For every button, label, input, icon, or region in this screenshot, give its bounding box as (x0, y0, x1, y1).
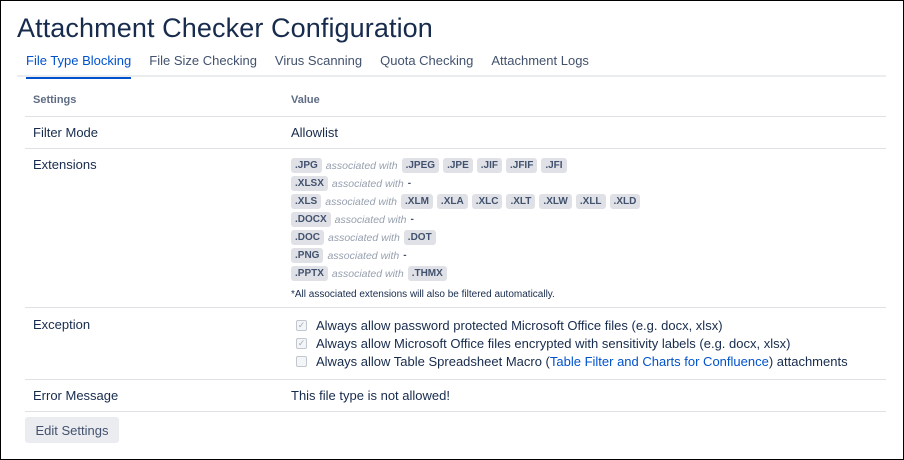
tab-file-type-blocking[interactable]: File Type Blocking (17, 51, 140, 79)
table-row: Exception ✓ Always allow password protect… (25, 307, 886, 380)
extension-row: .JPG associated with .JPEG .JPE .JIF .JFIF .JF… (291, 157, 878, 175)
table-row: Error Message This file type is not allo… (25, 379, 886, 412)
extension-row: .XLSX associated with - (291, 175, 878, 193)
option-label: Always allow password protected Microsof… (316, 318, 723, 333)
tab-bar: File Type Blocking File Size Checking Vi… (17, 51, 886, 79)
extension-list: .JPG associated with .JPEG .JPE .JIF .JFIF .JF… (291, 157, 878, 283)
associated-with-text: associated with (325, 195, 398, 208)
associated-with-text: associated with (328, 231, 400, 244)
associated-extension-tag: .XLC (471, 194, 503, 209)
error-message-value: This file type is not allowed! (283, 379, 886, 412)
extension-tag: .PNG (291, 248, 324, 263)
exception-option-sensitivity: ✓ Always allow Microsoft Office files enc… (291, 335, 878, 353)
exception-option-table-spreadsheet: Always allow Table Spreadsheet Macro (Ta… (291, 353, 878, 371)
tab-quota-checking[interactable]: Quota Checking (371, 51, 482, 77)
associated-extension-tag: .DOT (403, 230, 436, 245)
option-label-pre: Always allow Table Spreadsheet Macro ( (316, 354, 550, 369)
extensions-label: Extensions (25, 148, 283, 308)
extension-tag: .XLS (291, 194, 322, 209)
option-label-post: ) attachments (768, 354, 848, 369)
no-association: - (407, 178, 412, 189)
table-row: Filter Mode Allowlist (25, 116, 886, 149)
checkbox-table-spreadsheet[interactable] (296, 356, 307, 367)
associated-with-text: associated with (331, 267, 404, 280)
table-row: Extensions .JPG associated with .JPEG .JPE.… (25, 148, 886, 308)
associated-with-text: associated with (331, 177, 404, 190)
associated-extension-tag: .XLT (506, 194, 536, 209)
associated-extension-tag: .XLL (575, 194, 606, 209)
extension-row: .DOC associated with .DOT (291, 229, 878, 247)
associated-extension-tag: .THMX (407, 266, 447, 281)
filter-mode-label: Filter Mode (25, 116, 283, 149)
extension-tag: .PPTX (291, 266, 328, 281)
extension-tag: .DOC (291, 230, 324, 245)
tab-virus-scanning[interactable]: Virus Scanning (266, 51, 371, 77)
associated-extension-tag: .XLW (539, 194, 572, 209)
extension-tag: .XLSX (291, 176, 328, 191)
checkbox-sensitivity-labels[interactable]: ✓ (296, 338, 307, 349)
associated-with-text: associated with (327, 249, 400, 262)
extension-row: .PNG associated with - (291, 247, 878, 265)
exception-label: Exception (25, 307, 283, 380)
filter-mode-value: Allowlist (283, 116, 886, 149)
associated-extension-tag: .XLA (436, 194, 468, 209)
associated-extension-tag: .XLM (401, 194, 433, 209)
table-header: Settings Value (25, 84, 886, 117)
extension-row: .XLS associated with .XLM .XLA .XLC .XLT .XLW.… (291, 193, 878, 211)
extension-row: .DOCX associated with - (291, 211, 878, 229)
no-association: - (403, 250, 407, 261)
associated-extension-tag: .XLD (609, 194, 641, 209)
table-filter-charts-link[interactable]: Table Filter and Charts for Confluence (550, 354, 769, 369)
tab-attachment-logs[interactable]: Attachment Logs (482, 51, 598, 77)
associated-extension-tag: .JPE (443, 158, 473, 173)
error-message-label: Error Message (25, 379, 283, 412)
associated-extension-tag: .JFIF (505, 158, 538, 173)
settings-table: Settings Value Filter Mode Allowlist Ext… (25, 84, 886, 412)
associated-with-text: associated with (334, 213, 407, 226)
checkbox-password-protected[interactable]: ✓ (296, 320, 307, 331)
edit-settings-button[interactable]: Edit Settings (25, 417, 119, 443)
no-association: - (410, 214, 414, 225)
option-label: Always allow Microsoft Office files encr… (316, 336, 791, 351)
exception-value: ✓ Always allow password protected Microso… (283, 307, 886, 380)
settings-header: Settings (25, 84, 283, 117)
associated-extension-tag: .JIF (476, 158, 502, 173)
extensions-note: *All associated extensions will also be … (291, 288, 555, 300)
associated-extension-tag: .JPEG (401, 158, 440, 173)
value-header: Value (283, 84, 886, 117)
exception-option-password: ✓ Always allow password protected Microso… (291, 317, 878, 335)
tab-file-size-checking[interactable]: File Size Checking (140, 51, 266, 77)
associated-extension-tag: .JFI (541, 158, 567, 173)
page-title: Attachment Checker Configuration (17, 13, 433, 43)
associated-with-text: associated with (325, 159, 398, 172)
extension-row: .PPTX associated with .THMX (291, 265, 878, 283)
extension-tag: .DOCX (291, 212, 331, 227)
extension-tag: .JPG (291, 158, 322, 173)
extensions-value: .JPG associated with .JPEG .JPE .JIF .JFIF .JF… (283, 148, 886, 308)
